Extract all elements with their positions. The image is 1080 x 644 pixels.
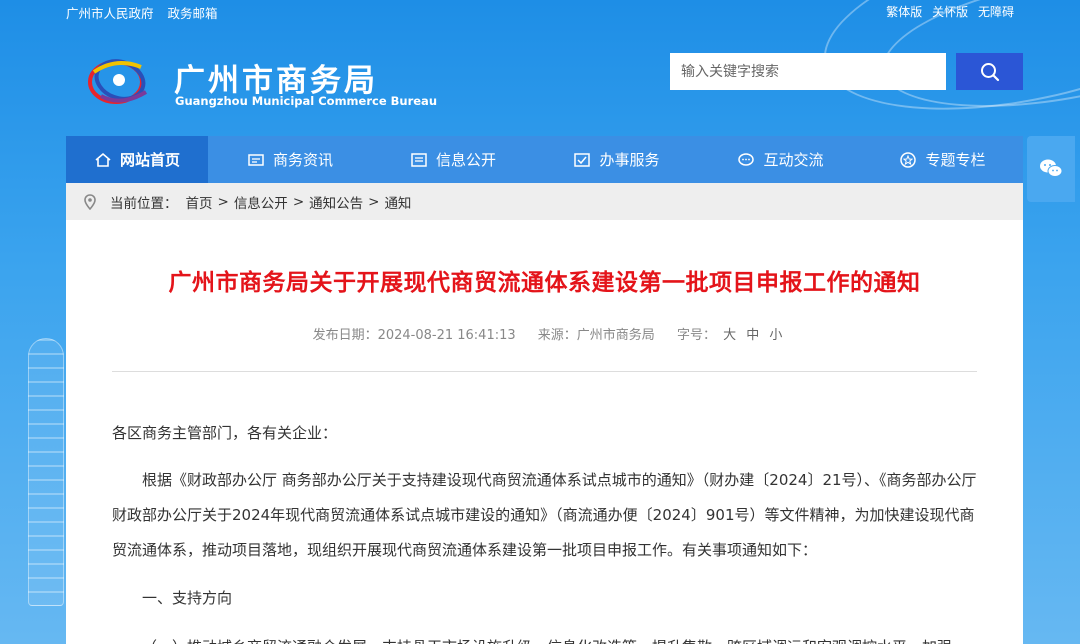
search-input[interactable]	[670, 53, 946, 90]
top-links-left: 广州市人民政府 政务邮箱	[66, 3, 228, 22]
breadcrumb-prefix: 当前位置：	[110, 195, 178, 212]
article-body: 各区商务主管部门，各有关企业： 根据《财政部办公厅 商务部办公厅关于支持建设现代…	[112, 416, 978, 644]
wechat-icon	[1040, 159, 1063, 177]
breadcrumb-info[interactable]: 信息公开	[234, 192, 288, 212]
breadcrumb-separator: >	[368, 193, 380, 210]
nav-label: 办事服务	[599, 151, 660, 169]
canton-tower-decoration	[28, 338, 64, 606]
article-source: 来源：广州市商务局	[537, 328, 655, 343]
salutation: 各区商务主管部门，各有关企业：	[112, 424, 338, 442]
breadcrumb-separator: >	[292, 193, 305, 210]
search-icon	[980, 62, 999, 81]
nav-label: 网站首页	[119, 151, 180, 169]
site-subtitle: Guangzhou Municipal Commerce Bureau	[175, 94, 438, 108]
breadcrumb-current[interactable]: 通知	[384, 192, 411, 212]
font-size-label: 字号：	[676, 328, 716, 343]
font-size-small[interactable]: 小	[769, 328, 782, 343]
link-traditional[interactable]: 繁体版	[886, 5, 922, 19]
chat-icon	[738, 152, 755, 166]
paragraph: （一）推动城乡商贸流通融合发展。支持骨干市场设施升级、信息化改造等，提升集散、跨…	[112, 630, 978, 644]
location-pin-icon	[84, 193, 96, 210]
article-container: 当前位置： 首页 > 信息公开 > 通知公告 > 通知 广州市商务局关于开展现代…	[66, 183, 1023, 644]
paragraph: 根据《财政部办公厅 商务部办公厅关于支持建设现代商贸流通体系试点城市的通知》（财…	[112, 471, 977, 559]
nav-label: 商务资讯	[272, 151, 333, 169]
news-icon	[248, 153, 264, 166]
title-divider	[112, 371, 977, 372]
publish-date: 发布日期：2024-08-21 16:41:13	[312, 328, 516, 343]
info-icon	[411, 152, 427, 167]
search-button[interactable]	[956, 53, 1023, 90]
nav-item-interaction[interactable]: 互动交流	[699, 136, 862, 183]
nav-item-service[interactable]: 办事服务	[534, 136, 699, 183]
font-size-medium[interactable]: 中	[746, 328, 759, 343]
link-care-mode[interactable]: 关怀版	[932, 5, 968, 19]
home-icon	[95, 152, 111, 167]
nav-item-info[interactable]: 信息公开	[372, 136, 534, 183]
wechat-float-button[interactable]	[1027, 136, 1075, 202]
link-guangzhou-gov[interactable]: 广州市人民政府	[66, 6, 154, 21]
breadcrumb-home[interactable]: 首页	[186, 192, 213, 212]
breadcrumb: 当前位置： 首页 > 信息公开 > 通知公告 > 通知	[66, 183, 1023, 220]
link-accessibility[interactable]: 无障碍	[978, 5, 1014, 19]
bureau-logo[interactable]	[86, 52, 156, 108]
main-nav: 网站首页 商务资讯 信息公开 办事服务 互动交流 专题专栏	[66, 136, 1023, 183]
breadcrumb-notices[interactable]: 通知公告	[309, 192, 363, 212]
nav-label: 互动交流	[763, 151, 824, 169]
nav-item-topics[interactable]: 专题专栏	[862, 136, 1023, 183]
top-bar: 广州市人民政府 政务邮箱 繁体版 关怀版 无障碍	[0, 0, 1080, 22]
article-title: 广州市商务局关于开展现代商贸流通体系建设第一批项目申报工作的通知	[168, 270, 921, 296]
font-size-large[interactable]: 大	[723, 328, 736, 343]
section-heading: 一、支持方向	[142, 589, 233, 607]
topic-icon	[900, 151, 917, 168]
nav-label: 信息公开	[435, 151, 496, 169]
link-gov-mail[interactable]: 政务邮箱	[168, 6, 218, 21]
nav-item-news[interactable]: 商务资讯	[208, 136, 372, 183]
top-links-right: 繁体版 关怀版 无障碍	[880, 3, 1014, 20]
nav-label: 专题专栏	[925, 151, 986, 169]
breadcrumb-separator: >	[217, 193, 229, 210]
service-icon	[574, 152, 591, 167]
nav-item-home[interactable]: 网站首页	[66, 136, 208, 183]
article-meta: 发布日期：2024-08-21 16:41:13 来源：广州市商务局 字号： 大…	[66, 324, 1023, 343]
